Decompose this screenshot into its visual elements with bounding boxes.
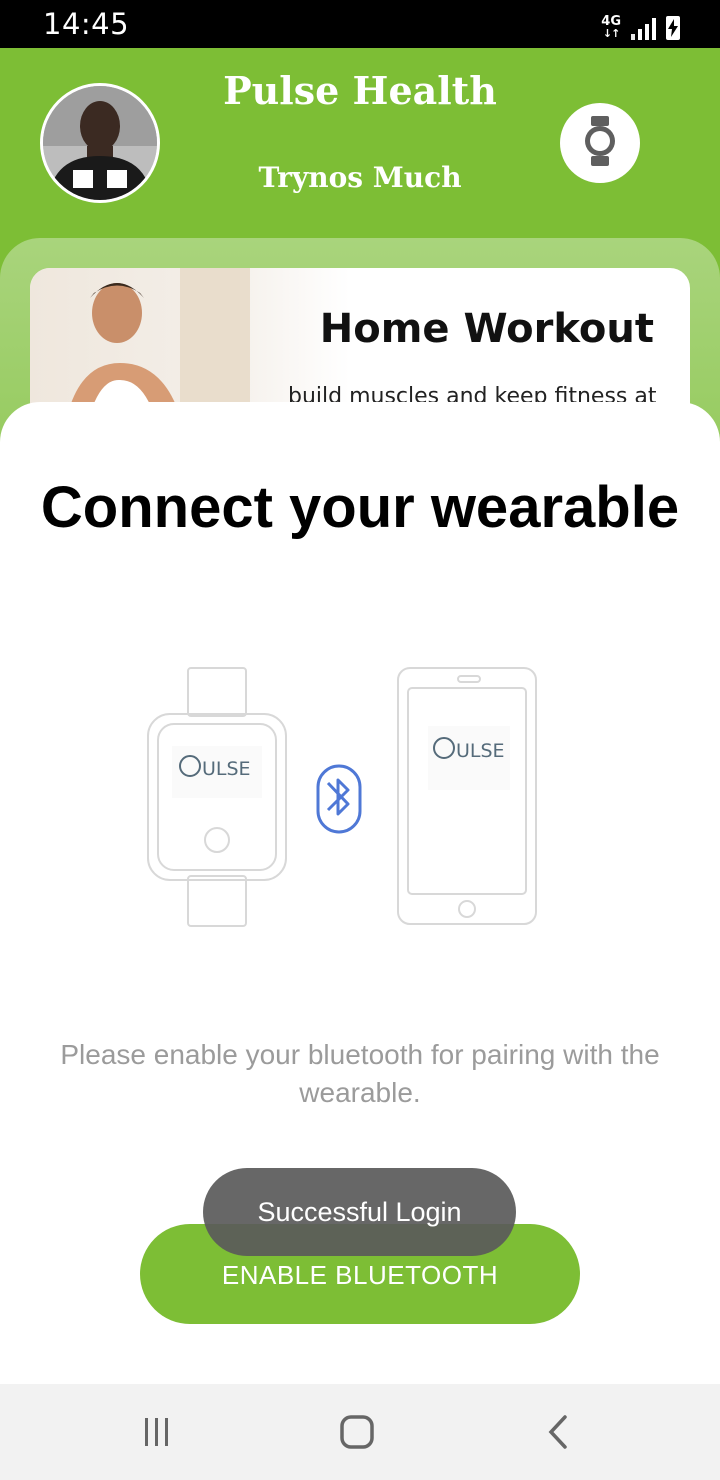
watch-logo-text: ULSE: [202, 758, 251, 780]
watch-icon: [584, 115, 616, 171]
workout-title: Home Workout: [319, 306, 654, 352]
bluetooth-message: Please enable your bluetooth for pairing…: [60, 1039, 660, 1108]
network-arrows: ↓↑: [602, 27, 620, 40]
battery-charging-icon: [666, 16, 680, 40]
toast-message: Successful Login: [203, 1168, 516, 1256]
network-type: 4G ↓↑: [601, 15, 621, 40]
back-icon[interactable]: [538, 1412, 578, 1452]
signal-icon: [631, 18, 656, 40]
sheet-title: Connect your wearable: [40, 475, 680, 540]
navigation-bar: [0, 1384, 720, 1480]
phone-logo-text: ULSE: [456, 740, 505, 762]
pairing-illustration: ULSE ULSE: [140, 664, 550, 939]
status-time: 14:45: [43, 7, 130, 41]
status-icons: 4G ↓↑: [601, 10, 680, 40]
status-bar: 14:45 4G ↓↑: [0, 0, 720, 48]
home-icon[interactable]: [337, 1412, 377, 1452]
bluetooth-icon: [316, 764, 362, 834]
watch-button[interactable]: [560, 103, 640, 183]
recent-apps-icon[interactable]: [136, 1412, 176, 1452]
phone-illustration-icon: [397, 667, 537, 925]
